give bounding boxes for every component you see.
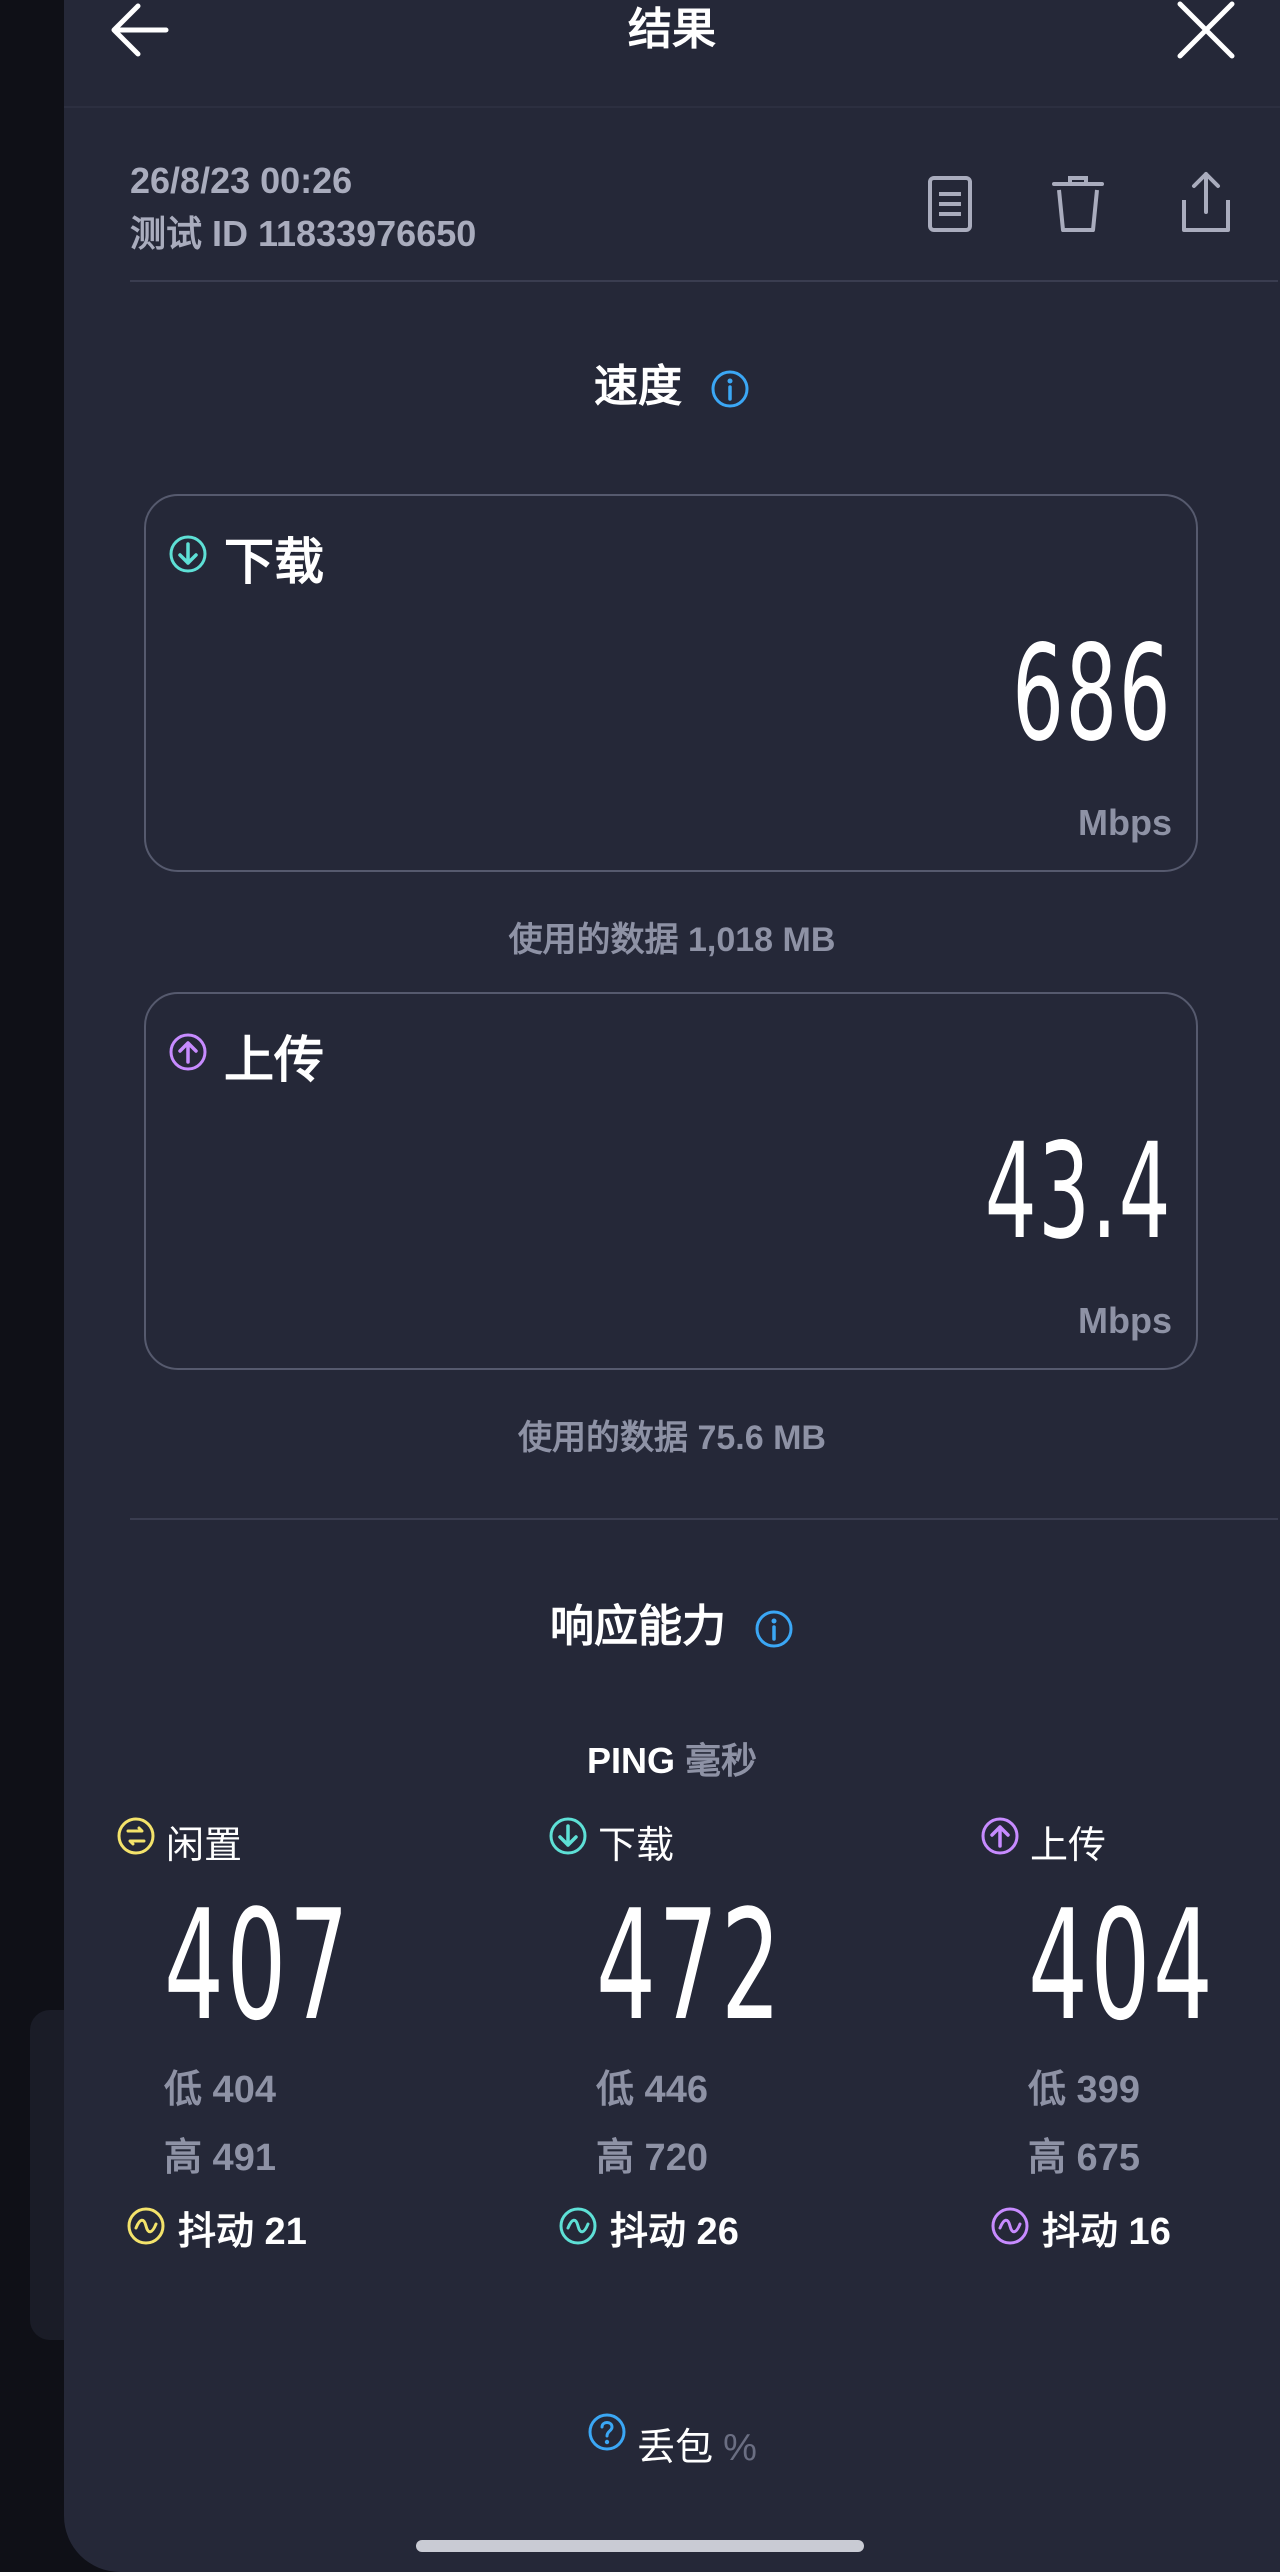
download-card: 下载 686 Mbps [144,494,1198,872]
download-ping-label: 下载 [598,1825,675,1867]
download-icon [548,1816,588,1856]
upload-icon [168,1032,208,1072]
upload-ping-low: 低 399 [1028,2069,1140,2111]
ping-heading: PING 毫秒 [64,1732,1280,1784]
speed-info-button[interactable] [710,369,750,409]
divider [130,1518,1278,1520]
results-sheet: 结果 26/8/23 00:26 测试 ID 11833976650 速度 下载… [64,0,1280,2572]
packet-loss-row: 丢包% [64,2413,1280,2471]
share-button[interactable] [1174,168,1238,240]
details-button[interactable] [918,168,982,240]
ping-label: PING [586,1740,675,1781]
jitter-icon [126,2206,166,2246]
download-label: 下载 [224,534,324,590]
responsiveness-section-title: 响应能力 [64,1590,1280,1654]
download-ping-high: 高 720 [596,2137,708,2179]
delete-button[interactable] [1046,168,1110,240]
close-icon [1177,1,1235,59]
ping-upload-column: 上传 404 低 399 高 675 抖动 16 [980,1808,1280,2268]
jitter-icon [558,2206,598,2246]
upload-jitter: 抖动 16 [1042,2211,1171,2253]
page-title: 结果 [628,5,716,54]
trash-icon [1052,176,1104,232]
test-id: 测试 ID 11833976650 [130,213,477,254]
download-speed-unit: Mbps [1078,802,1172,843]
packet-loss-label: 丢包 [637,2427,714,2469]
upload-ping-label: 上传 [1030,1825,1107,1867]
download-ping-low: 低 446 [596,2069,708,2111]
upload-icon [980,1816,1020,1856]
download-speed-value: 686 [1012,617,1172,771]
packet-loss-value: % [723,2427,757,2469]
header: 结果 [64,0,1280,108]
upload-data-used: 使用的数据 75.6 MB [518,1419,826,1457]
share-icon [1182,172,1230,232]
upload-speed-value: 43.4 [984,1115,1172,1269]
ping-idle-column: 闲置 407 低 404 高 491 抖动 21 [116,1808,496,2268]
divider [130,280,1278,282]
test-date: 26/8/23 00:26 [130,160,353,201]
download-icon [168,534,208,574]
upload-ping-high: 高 675 [1028,2137,1140,2179]
packet-loss-help-button[interactable] [587,2412,627,2452]
upload-label: 上传 [224,1032,324,1088]
responsiveness-info-button[interactable] [754,1609,794,1649]
idle-icon [116,1816,156,1856]
info-icon [755,1610,793,1648]
idle-ping-value: 407 [164,1877,352,2054]
help-icon [588,2413,626,2451]
speed-section-title: 速度 [64,350,1280,414]
upload-ping-value: 404 [1028,1877,1216,2054]
responsiveness-title: 响应能力 [550,1602,726,1651]
info-icon [711,370,749,408]
download-ping-value: 472 [596,1877,784,2054]
download-data-used: 使用的数据 1,018 MB [508,921,836,959]
upload-speed-unit: Mbps [1078,1300,1172,1341]
idle-jitter: 抖动 21 [178,2211,307,2253]
jitter-icon [990,2206,1030,2246]
close-button[interactable] [1168,0,1244,64]
idle-ping-high: 高 491 [164,2137,276,2179]
idle-ping-low: 低 404 [164,2069,276,2111]
upload-card: 上传 43.4 Mbps [144,992,1198,1370]
ping-download-column: 下载 472 低 446 高 720 抖动 26 [548,1808,928,2268]
document-icon [928,176,972,232]
idle-label: 闲置 [166,1825,243,1867]
home-indicator[interactable] [416,2540,864,2552]
download-jitter: 抖动 26 [610,2211,739,2253]
speed-title: 速度 [594,362,682,411]
ping-unit: 毫秒 [685,1740,758,1781]
